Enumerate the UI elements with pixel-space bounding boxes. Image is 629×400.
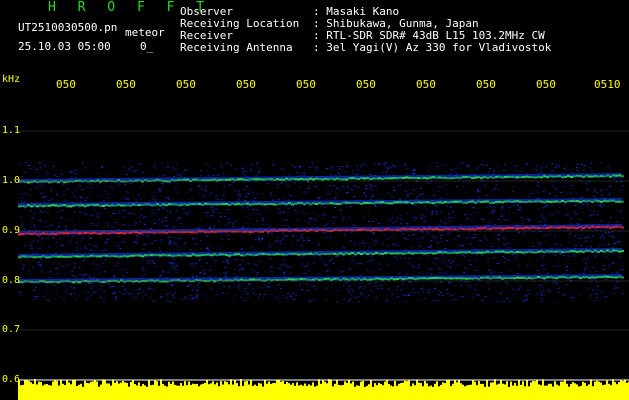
filename: UT2510030500.pn (18, 21, 118, 34)
antenna-value: : 3el Yagi(V) Az 330 for Vladivostok (313, 41, 552, 54)
spectrogram (0, 0, 629, 400)
x-tick-5: 050 (296, 78, 316, 91)
mode-label: meteor (125, 26, 165, 39)
y-tick-0.9: 0.9 (2, 225, 21, 236)
x-tick-9: 050 (536, 78, 556, 91)
x-tick-7: 050 (416, 78, 436, 91)
x-tick-6: 050 (356, 78, 376, 91)
x-tick-3: 050 (176, 78, 196, 91)
x-tick-4: 050 (236, 78, 256, 91)
y-tick-1.0: 1.0 (2, 175, 21, 186)
y-axis-unit: kHz (2, 74, 21, 85)
y-tick-0.8: 0.8 (2, 275, 21, 286)
x-tick-10: 0510 (594, 78, 621, 91)
antenna-label: Receiving Antenna (180, 41, 293, 54)
x-tick-2: 050 (116, 78, 136, 91)
count: 0_ (140, 40, 154, 53)
datetime: 25.10.03 05:00 (18, 40, 111, 53)
x-tick-1: 050 (56, 78, 76, 91)
x-tick-8: 050 (476, 78, 496, 91)
y-tick-0.6: 0.6 (2, 374, 21, 385)
y-tick-1.1: 1.1 (2, 125, 21, 136)
y-tick-0.7: 0.7 (2, 324, 21, 335)
